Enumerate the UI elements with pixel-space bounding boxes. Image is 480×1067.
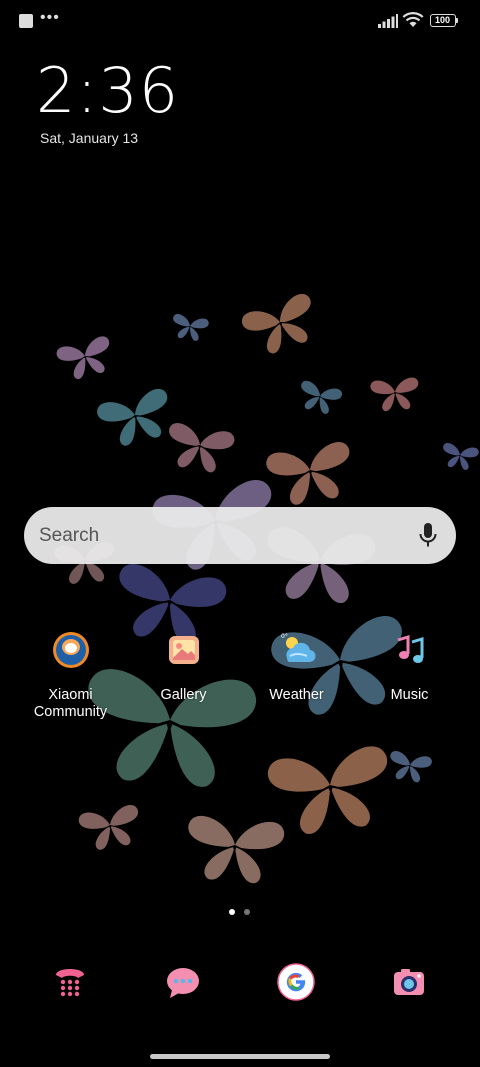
- app-xiaomi-community[interactable]: Xiaomi Community: [14, 630, 127, 721]
- clock-time[interactable]: 2:36: [36, 56, 179, 126]
- app-weather[interactable]: 0° Weather: [240, 630, 353, 704]
- app-label: Gallery: [160, 687, 207, 703]
- battery-icon: 100: [430, 14, 456, 27]
- clock-date[interactable]: Sat, January 13: [40, 130, 138, 146]
- battery-tip: [456, 18, 458, 23]
- battery-level: 100: [434, 15, 451, 25]
- search-bar[interactable]: Search: [24, 507, 456, 564]
- notification-square-icon: [19, 14, 33, 28]
- page-dot[interactable]: [244, 909, 250, 915]
- google-icon[interactable]: [276, 962, 316, 1002]
- home-indicator[interactable]: [150, 1054, 330, 1059]
- messages-icon[interactable]: [163, 962, 203, 1002]
- page-dot-active[interactable]: [229, 909, 235, 915]
- search-placeholder: Search: [39, 525, 100, 546]
- music-icon: [397, 634, 423, 663]
- app-label: Xiaomi Community: [33, 687, 108, 720]
- camera-icon[interactable]: [389, 962, 429, 1002]
- xiaomi-community-icon: [52, 632, 89, 668]
- app-gallery[interactable]: Gallery: [127, 630, 240, 704]
- cellular-signal-icon: [378, 14, 398, 28]
- svg-text:0°: 0°: [281, 633, 288, 640]
- gallery-icon: [168, 636, 199, 664]
- phone-icon[interactable]: [50, 962, 90, 1002]
- weather-icon: 0°: [281, 633, 316, 663]
- more-notifications-icon: •••: [40, 9, 60, 26]
- microphone-icon[interactable]: [418, 522, 438, 549]
- app-label: Music: [390, 687, 429, 703]
- status-bar: ••• 100: [0, 0, 480, 44]
- app-music[interactable]: Music: [353, 630, 466, 704]
- app-label: Weather: [269, 687, 324, 703]
- wifi-icon: [402, 12, 424, 27]
